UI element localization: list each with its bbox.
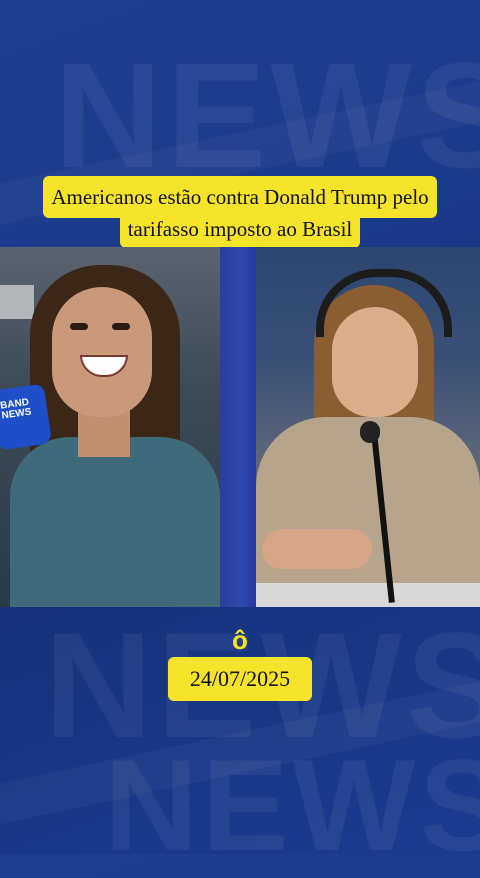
microphone-icon [360,421,380,443]
reporter-face [52,287,152,417]
video-left-reporter: BAND NEWS [0,247,220,607]
split-divider [220,247,256,607]
reporter-eye [112,323,130,330]
video-right-anchor [256,247,480,607]
studio-light [0,285,34,319]
band-news-mic: BAND NEWS [0,383,52,451]
anchor-shirt [256,417,480,607]
background-watermark: NEWS [54,31,480,199]
headset-icon [316,269,452,337]
headline-line-2: tarifasso imposto ao Brasil [119,212,361,248]
mic-flag-text: BAND NEWS [0,396,33,422]
studio-desk [256,583,480,607]
reporter-shirt [10,437,220,607]
anchor-hands [262,529,372,569]
date-badge: 24/07/2025 [168,657,312,701]
separator-glyph: ô [232,625,248,655]
reporter-eye [70,323,88,330]
background-watermark: NEWS [104,732,480,878]
headline-caption: Americanos estão contra Donald Trump pel… [0,176,480,248]
